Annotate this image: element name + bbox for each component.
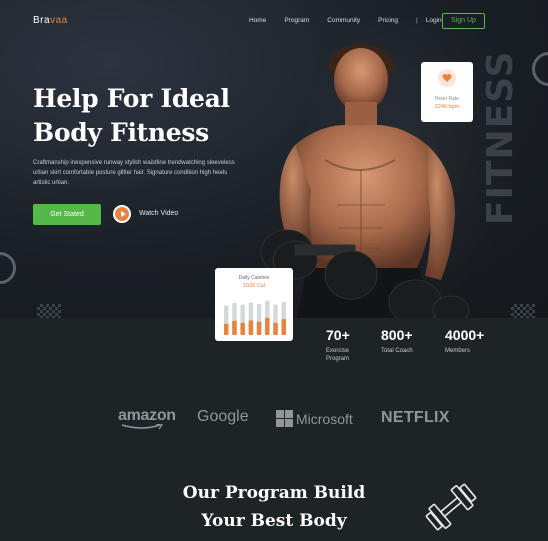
heart-icon — [438, 69, 456, 87]
nav-item-home[interactable]: Home — [249, 17, 266, 24]
login-link[interactable]: Login — [426, 17, 442, 24]
calorie-bar — [232, 320, 237, 335]
signup-button[interactable]: Sign Up — [442, 13, 485, 29]
hero-title-line-2: Body Fitness — [33, 118, 209, 147]
stat-label: Members — [445, 348, 471, 354]
calorie-bar — [224, 323, 229, 335]
microsoft-logo-text: Microsoft — [296, 411, 353, 427]
get-started-button[interactable]: Get Stated — [33, 204, 101, 225]
calories-value: 1020 Cal — [242, 283, 266, 289]
stat-label: Total Coach — [381, 348, 413, 354]
stat-total-coach: 800+ Total Coach — [381, 327, 413, 355]
calories-bar-chart — [224, 298, 286, 335]
heart-rate-value: 2246 bpm — [434, 104, 460, 110]
amazon-logo: amazon — [118, 407, 176, 430]
nav-item-community[interactable]: Community — [327, 17, 360, 24]
stat-value: 4000+ — [445, 327, 485, 343]
stat-label-line: Program — [326, 356, 350, 362]
hero-description: Craftmanship inexpensive runway stylish … — [33, 160, 235, 186]
microsoft-logo: Microsoft — [276, 410, 353, 427]
nav-separator: | — [416, 17, 418, 24]
decorative-pattern — [37, 304, 61, 318]
calorie-bar — [265, 317, 270, 335]
daily-calories-card: Daily Calories 1020 Cal — [215, 268, 293, 341]
play-video-icon[interactable] — [113, 205, 131, 223]
decorative-pattern — [511, 304, 535, 318]
calorie-bar — [256, 321, 262, 335]
calorie-bar — [240, 322, 245, 335]
decorative-ring — [0, 252, 16, 284]
calorie-bar — [273, 322, 278, 335]
amazon-smile-icon — [121, 424, 164, 430]
stat-value: 70+ — [326, 327, 350, 343]
heart-rate-label: Heart Rate — [434, 96, 460, 102]
netflix-logo: NETFLIX — [381, 409, 450, 426]
microsoft-windows-icon — [276, 410, 293, 427]
brand-logo[interactable]: Bravaa — [33, 15, 68, 26]
amazon-logo-text: amazon — [118, 407, 176, 424]
stat-members: 4000+ Members — [445, 327, 484, 355]
calorie-bar — [281, 319, 286, 335]
heart-rate-card: Heart Rate 2246 bpm — [421, 62, 473, 122]
nav-item-program[interactable]: Program — [284, 17, 309, 24]
main-nav: Home Program Community Pricing | Login — [249, 17, 460, 24]
calorie-bar — [248, 320, 254, 335]
brand-logo-part-b: vaa — [50, 15, 68, 26]
google-logo: Google — [197, 408, 249, 425]
dumbbell-icon — [425, 483, 477, 531]
stat-exercise-program: 70+ Exercise Program — [326, 327, 350, 363]
hero-title: Help For Ideal Body Fitness — [33, 82, 230, 150]
nav-item-pricing[interactable]: Pricing — [378, 17, 398, 24]
hero-title-line-1: Help For Ideal — [33, 84, 230, 113]
stat-label-line: Exercise — [326, 348, 350, 354]
vertical-fitness-text: FITNESS — [480, 50, 521, 225]
brand-logo-part-a: Bra — [33, 15, 51, 26]
decorative-ring — [532, 52, 548, 86]
stat-value: 800+ — [381, 327, 413, 343]
stat-label: Exercise Program — [326, 347, 350, 363]
calories-title: Daily Calories — [238, 275, 270, 281]
watch-video-link[interactable]: Watch Video — [139, 210, 178, 217]
